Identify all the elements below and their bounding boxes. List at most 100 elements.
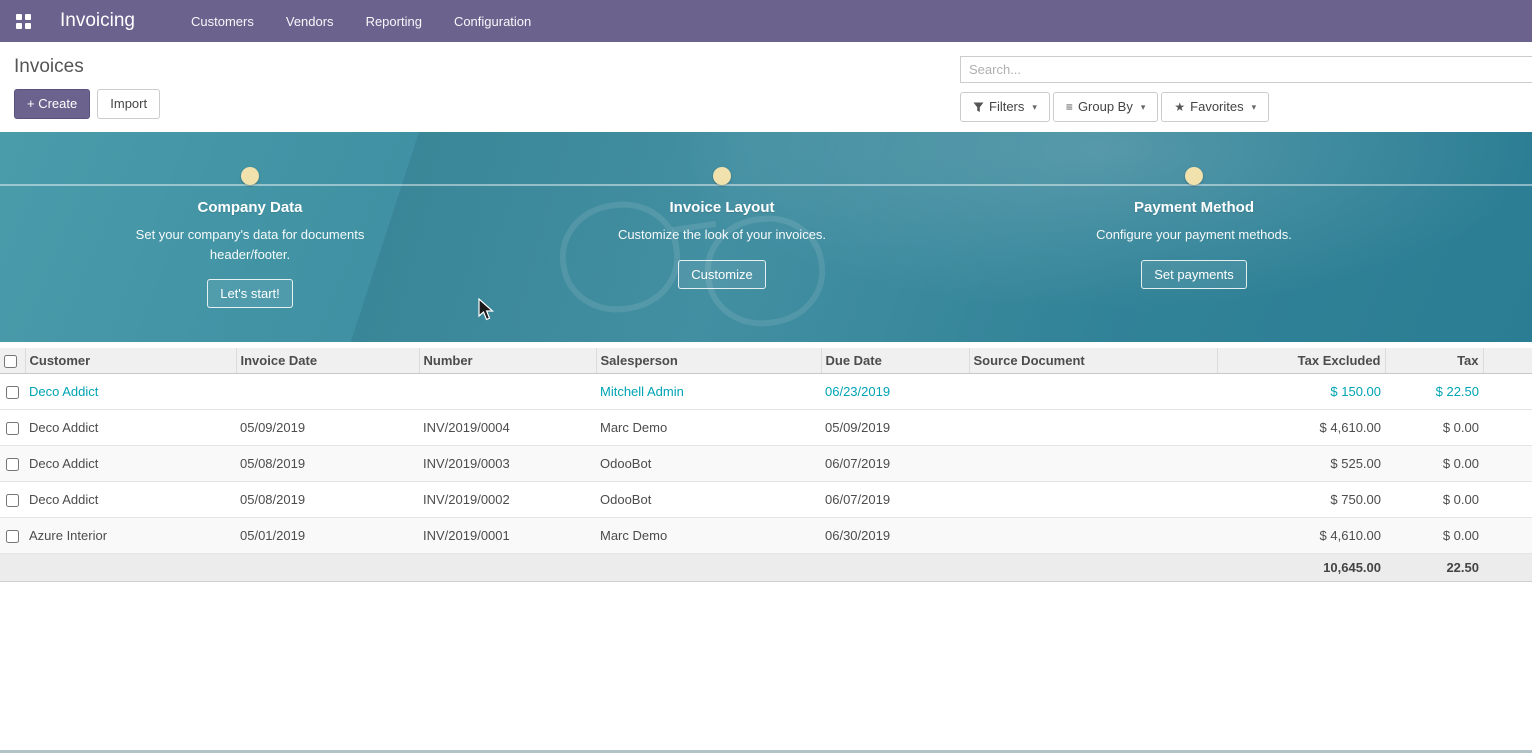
row-checkbox[interactable] [6, 530, 19, 543]
cell-salesperson: Marc Demo [596, 518, 821, 554]
apps-grid-icon [16, 14, 31, 29]
menu-item-reporting[interactable]: Reporting [366, 14, 422, 29]
favorites-dropdown[interactable]: ★ Favorites ▾ [1161, 92, 1269, 122]
cell-number: INV/2019/0003 [419, 446, 596, 482]
row-checkbox[interactable] [6, 422, 19, 435]
table-row[interactable]: Deco Addict 05/09/2019 INV/2019/0004 Mar… [0, 410, 1532, 446]
select-all-checkbox[interactable] [4, 355, 17, 368]
cell-tax-excluded: $ 525.00 [1217, 446, 1385, 482]
cell-salesperson: Marc Demo [596, 410, 821, 446]
chevron-down-icon: ▾ [1252, 101, 1257, 114]
import-button[interactable]: Import [97, 89, 160, 119]
cell-tax: $ 22.50 [1385, 374, 1483, 410]
main-menu: Customers Vendors Reporting Configuratio… [191, 14, 531, 29]
cell-source-document [969, 446, 1217, 482]
cell-tax-excluded: $ 4,610.00 [1217, 518, 1385, 554]
cell-salesperson: OdooBot [596, 482, 821, 518]
customize-button[interactable]: Customize [678, 260, 765, 289]
cell-due-date: 06/07/2019 [821, 482, 969, 518]
table-header-row: Customer Invoice Date Number Salesperson… [0, 348, 1532, 374]
step-description: Customize the look of your invoices. [618, 225, 826, 245]
onboarding-banner: Company Data Set your company's data for… [0, 132, 1532, 342]
plus-icon: + [27, 96, 35, 111]
table-row[interactable]: Deco Addict 05/08/2019 INV/2019/0003 Odo… [0, 446, 1532, 482]
cell-tax: $ 0.00 [1385, 518, 1483, 554]
onboarding-step-company-data: Company Data Set your company's data for… [14, 132, 486, 308]
cell-customer: Deco Addict [25, 410, 236, 446]
app-title: Invoicing [60, 10, 135, 32]
column-header-customer[interactable]: Customer [25, 348, 236, 374]
cell-source-document [969, 482, 1217, 518]
create-button[interactable]: + Create [14, 89, 90, 119]
column-header-due-date[interactable]: Due Date [821, 348, 969, 374]
row-checkbox[interactable] [6, 458, 19, 471]
lets-start-button[interactable]: Let's start! [207, 279, 293, 308]
top-navbar: Invoicing Customers Vendors Reporting Co… [0, 0, 1532, 42]
cell-invoice-date: 05/01/2019 [236, 518, 419, 554]
onboarding-step-invoice-layout: Invoice Layout Customize the look of you… [486, 132, 958, 308]
invoices-table: Customer Invoice Date Number Salesperson… [0, 348, 1532, 582]
table-row[interactable]: Azure Interior 05/01/2019 INV/2019/0001 … [0, 518, 1532, 554]
step-title: Payment Method [1134, 199, 1254, 216]
cell-invoice-date [236, 374, 419, 410]
cell-tax: $ 0.00 [1385, 446, 1483, 482]
filter-icon [973, 102, 984, 113]
cell-tax: $ 0.00 [1385, 482, 1483, 518]
row-checkbox[interactable] [6, 494, 19, 507]
column-header-number[interactable]: Number [419, 348, 596, 374]
column-header-salesperson[interactable]: Salesperson [596, 348, 821, 374]
cell-tax-excluded: $ 4,610.00 [1217, 410, 1385, 446]
search-input[interactable] [960, 56, 1532, 83]
cell-tax: $ 0.00 [1385, 410, 1483, 446]
totals-row: 10,645.00 22.50 [0, 554, 1532, 582]
cell-invoice-date: 05/08/2019 [236, 446, 419, 482]
star-icon: ★ [1174, 99, 1185, 116]
cell-source-document [969, 410, 1217, 446]
total-tax-excluded: 10,645.00 [1217, 554, 1385, 582]
row-checkbox[interactable] [6, 386, 19, 399]
cell-number: INV/2019/0001 [419, 518, 596, 554]
cell-tax-excluded: $ 750.00 [1217, 482, 1385, 518]
set-payments-button[interactable]: Set payments [1141, 260, 1247, 289]
cell-number [419, 374, 596, 410]
mouse-cursor [478, 298, 496, 327]
group-by-dropdown[interactable]: ≡ Group By ▾ [1053, 92, 1158, 122]
cell-number: INV/2019/0004 [419, 410, 596, 446]
menu-item-configuration[interactable]: Configuration [454, 14, 531, 29]
table-row[interactable]: Deco Addict Mitchell Admin 06/23/2019 $ … [0, 374, 1532, 410]
chevron-down-icon: ▾ [1141, 101, 1146, 114]
search-area: Filters ▾ ≡ Group By ▾ ★ Favorites ▾ [960, 56, 1532, 122]
cell-salesperson: Mitchell Admin [596, 374, 821, 410]
cell-source-document [969, 518, 1217, 554]
cell-tax-excluded: $ 150.00 [1217, 374, 1385, 410]
step-dot [713, 167, 731, 185]
cell-customer: Azure Interior [25, 518, 236, 554]
table-row[interactable]: Deco Addict 05/08/2019 INV/2019/0002 Odo… [0, 482, 1532, 518]
cell-salesperson: OdooBot [596, 446, 821, 482]
select-all-header [0, 348, 25, 374]
step-description: Set your company's data for documents he… [133, 225, 368, 264]
menu-item-customers[interactable]: Customers [191, 14, 254, 29]
menu-item-vendors[interactable]: Vendors [286, 14, 334, 29]
group-by-icon: ≡ [1066, 99, 1073, 116]
column-header-tax[interactable]: Tax [1385, 348, 1483, 374]
cell-number: INV/2019/0002 [419, 482, 596, 518]
total-tax: 22.50 [1385, 554, 1483, 582]
cell-invoice-date: 05/09/2019 [236, 410, 419, 446]
column-header-tax-excluded[interactable]: Tax Excluded [1217, 348, 1385, 374]
cell-invoice-date: 05/08/2019 [236, 482, 419, 518]
step-dot [241, 167, 259, 185]
cell-due-date: 06/30/2019 [821, 518, 969, 554]
column-header-source-document[interactable]: Source Document [969, 348, 1217, 374]
cell-due-date: 06/07/2019 [821, 446, 969, 482]
step-title: Invoice Layout [669, 199, 774, 216]
apps-menu-button[interactable] [10, 8, 36, 34]
cell-customer: Deco Addict [25, 446, 236, 482]
cell-customer: Deco Addict [25, 374, 236, 410]
cell-customer: Deco Addict [25, 482, 236, 518]
control-panel: Invoices + Create Import Filters ▾ ≡ Gro… [0, 42, 1532, 132]
step-description: Configure your payment methods. [1096, 225, 1292, 245]
column-header-invoice-date[interactable]: Invoice Date [236, 348, 419, 374]
filters-dropdown[interactable]: Filters ▾ [960, 92, 1050, 122]
onboarding-step-payment-method: Payment Method Configure your payment me… [958, 132, 1430, 308]
